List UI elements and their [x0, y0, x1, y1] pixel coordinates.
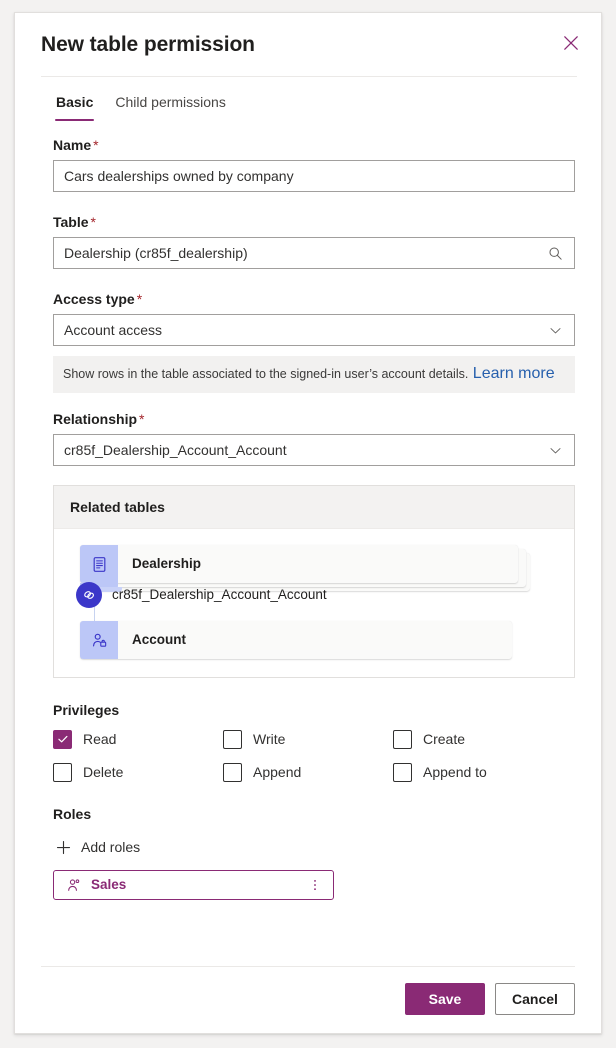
relationship-required-marker: * [139, 411, 145, 427]
access-type-value: Account access [64, 322, 163, 338]
account-icon [80, 621, 118, 659]
dialog-header: New table permission [15, 13, 601, 77]
source-node[interactable]: Dealership [80, 545, 518, 583]
source-node-card: Dealership [80, 545, 518, 583]
field-name: Name * Cars dealerships owned by company [53, 135, 575, 192]
dialog-footer: Save Cancel [41, 966, 575, 1033]
name-label: Name * [53, 135, 575, 155]
checkbox-append-box [223, 762, 242, 782]
more-vertical-icon[interactable] [306, 876, 324, 894]
checkbox-read-label: Read [83, 731, 117, 747]
relationship-value: cr85f_Dealership_Account_Account [64, 442, 287, 458]
tab-basic[interactable]: Basic [55, 90, 95, 121]
role-chip-sales[interactable]: Sales [53, 870, 334, 900]
table-label: Table * [53, 212, 575, 232]
checkbox-append-to[interactable]: Append to [393, 762, 575, 782]
checkbox-write-box [223, 729, 242, 749]
field-relationship: Relationship * cr85f_Dealership_Account_A… [53, 409, 575, 466]
access-type-select[interactable]: Account access [53, 314, 575, 346]
checkbox-append[interactable]: Append [223, 762, 393, 782]
related-tables-diagram: Dealership cr85f_Dealership_Account_Acco… [54, 529, 574, 677]
table-required-marker: * [90, 214, 96, 230]
new-table-permission-dialog: New table permission Basic Child permiss… [14, 12, 602, 1034]
checkbox-append-to-label: Append to [423, 764, 487, 780]
link-icon [76, 582, 102, 608]
close-button[interactable] [555, 27, 587, 59]
learn-more-link[interactable]: Learn more [473, 365, 555, 382]
page-title: New table permission [41, 33, 255, 56]
source-node-label: Dealership [132, 556, 202, 571]
name-label-text: Name [53, 137, 92, 153]
plus-icon [55, 839, 71, 855]
close-icon [563, 35, 579, 51]
checkbox-read-box [53, 729, 72, 749]
table-lookup-input[interactable]: Dealership (cr85f_dealership) [53, 237, 575, 269]
relationship-select[interactable]: cr85f_Dealership_Account_Account [53, 434, 575, 466]
checkbox-delete-label: Delete [83, 764, 124, 780]
checkbox-create-box [393, 729, 412, 749]
target-node-label: Account [132, 632, 186, 647]
relationship-label: Relationship * [53, 409, 575, 429]
cancel-button[interactable]: Cancel [495, 983, 575, 1015]
save-button[interactable]: Save [405, 983, 485, 1015]
name-input[interactable]: Cars dealerships owned by company [53, 160, 575, 192]
access-type-hint: Show rows in the table associated to the… [53, 356, 575, 393]
checkbox-write[interactable]: Write [223, 729, 393, 749]
checkbox-create-label: Create [423, 731, 466, 747]
checkbox-append-label: Append [253, 764, 302, 780]
checkbox-append-to-box [393, 762, 412, 782]
checkbox-create[interactable]: Create [393, 729, 575, 749]
dialog-body: Name * Cars dealerships owned by company … [15, 121, 601, 966]
checkbox-write-label: Write [253, 731, 286, 747]
field-table: Table * Dealership (cr85f_dealership) [53, 212, 575, 269]
access-type-required-marker: * [136, 291, 143, 307]
chevron-down-icon[interactable] [546, 441, 564, 459]
table-lookup-value: Dealership (cr85f_dealership) [64, 245, 248, 261]
chevron-down-icon[interactable] [546, 321, 564, 339]
relationship-label-text: Relationship [53, 411, 138, 427]
target-node-card: Account [80, 621, 512, 659]
name-input-value: Cars dealerships owned by company [64, 168, 294, 184]
privileges-title: Privileges [53, 702, 120, 718]
table-icon [80, 545, 118, 583]
privileges-grid: Read Write Create Delete Append Append t… [53, 729, 575, 782]
relationship-edge[interactable]: cr85f_Dealership_Account_Account [76, 582, 327, 608]
checkbox-delete[interactable]: Delete [53, 762, 223, 782]
checkbox-delete-box [53, 762, 72, 782]
search-icon[interactable] [546, 244, 564, 262]
target-node[interactable]: Account [80, 621, 512, 659]
access-type-hint-text: Show rows in the table associated to the… [63, 367, 469, 381]
add-roles-label: Add roles [81, 839, 141, 855]
relationship-edge-label: cr85f_Dealership_Account_Account [112, 587, 327, 602]
name-required-marker: * [93, 137, 99, 153]
field-access-type: Access type * Account access Show rows in… [53, 289, 575, 393]
roles-title: Roles [53, 806, 92, 822]
tab-list: Basic Child permissions [15, 77, 601, 121]
add-roles-button[interactable]: Add roles [53, 834, 142, 860]
role-person-icon [65, 877, 81, 893]
table-label-text: Table [53, 214, 89, 230]
header-divider [41, 76, 577, 77]
related-tables-title: Related tables [54, 486, 574, 529]
tab-child-permissions[interactable]: Child permissions [114, 90, 226, 121]
role-chip-label: Sales [91, 877, 127, 892]
access-type-label-text: Access type [53, 291, 135, 307]
checkbox-read[interactable]: Read [53, 729, 223, 749]
related-tables-card: Related tables Dealership cr85f_Dealersh… [53, 485, 575, 678]
access-type-label: Access type * [53, 289, 575, 309]
